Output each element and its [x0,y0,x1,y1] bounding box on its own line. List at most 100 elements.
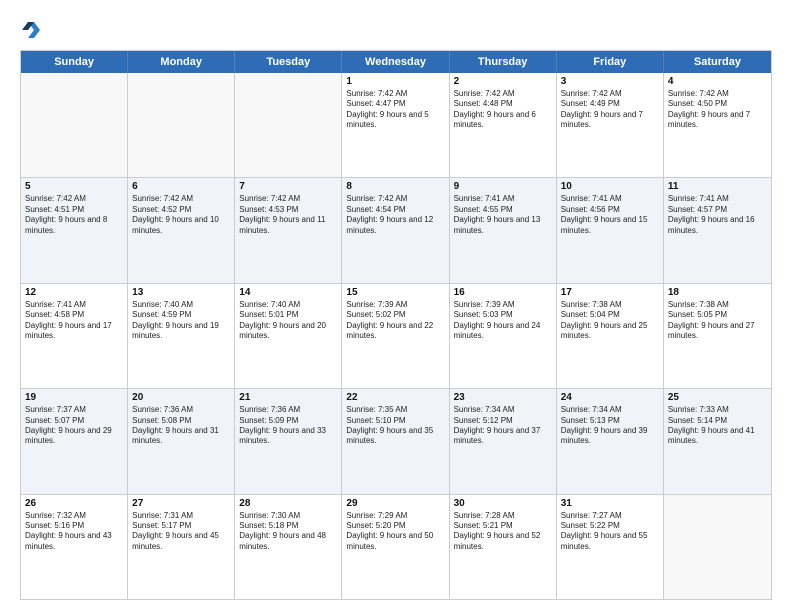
calendar-cell: 8Sunrise: 7:42 AM Sunset: 4:54 PM Daylig… [342,178,449,282]
calendar-cell: 18 Sunrise: 7:38 AM Sunset: 5:05 PM Dayli… [664,284,771,388]
day-number: 20 [132,392,230,403]
cell-text: Sunrise: 7:39 AM Sunset: 5:02 PM Dayligh… [346,300,444,342]
calendar-row: 26 Sunrise: 7:32 AM Sunset: 5:16 PM Dayli… [21,495,771,599]
day-number: 1 [346,76,444,87]
weekday-header: Wednesday [342,51,449,73]
day-number: 13 [132,287,230,298]
calendar-body: 1Sunrise: 7:42 AM Sunset: 4:47 PM Daylig… [21,73,771,599]
calendar-cell [128,73,235,177]
cell-text: Sunrise: 7:38 AM Sunset: 5:05 PM Dayligh… [668,300,767,342]
cell-text: Sunrise: 7:35 AM Sunset: 5:10 PM Dayligh… [346,405,444,447]
calendar-cell: 30Sunrise: 7:28 AM Sunset: 5:21 PM Dayli… [450,495,557,599]
cell-text: Sunrise: 7:32 AM Sunset: 5:16 PM Dayligh… [25,511,123,553]
day-number: 24 [561,392,659,403]
calendar-cell: 23 Sunrise: 7:34 AM Sunset: 5:12 PM Dayli… [450,389,557,493]
calendar-cell: 4 Sunrise: 7:42 AM Sunset: 4:50 PM Daylig… [664,73,771,177]
cell-text: Sunrise: 7:31 AM Sunset: 5:17 PM Dayligh… [132,511,230,553]
cell-text: Sunrise: 7:41 AM Sunset: 4:57 PM Dayligh… [668,194,767,236]
cell-text: Sunrise: 7:30 AM Sunset: 5:18 PM Dayligh… [239,511,337,553]
cell-text: Sunrise: 7:38 AM Sunset: 5:04 PM Dayligh… [561,300,659,342]
day-number: 10 [561,181,659,192]
calendar-cell: 28 Sunrise: 7:30 AM Sunset: 5:18 PM Dayli… [235,495,342,599]
cell-text: Sunrise: 7:41 AM Sunset: 4:58 PM Dayligh… [25,300,123,342]
logo-text [20,18,44,40]
logo-icon [20,18,42,40]
cell-text: Sunrise: 7:40 AM Sunset: 4:59 PM Dayligh… [132,300,230,342]
cell-text: Sunrise: 7:41 AM Sunset: 4:55 PM Dayligh… [454,194,552,236]
day-number: 14 [239,287,337,298]
day-number: 4 [668,76,767,87]
cell-text: Sunrise: 7:41 AM Sunset: 4:56 PM Dayligh… [561,194,659,236]
day-number: 11 [668,181,767,192]
calendar-cell: 31Sunrise: 7:27 AM Sunset: 5:22 PM Dayli… [557,495,664,599]
calendar-row: 5 Sunrise: 7:42 AM Sunset: 4:51 PM Daylig… [21,178,771,283]
day-number: 31 [561,498,659,509]
calendar-cell: 14 Sunrise: 7:40 AM Sunset: 5:01 PM Dayli… [235,284,342,388]
weekday-header: Saturday [664,51,771,73]
day-number: 3 [561,76,659,87]
day-number: 2 [454,76,552,87]
calendar-cell: 24Sunrise: 7:34 AM Sunset: 5:13 PM Dayli… [557,389,664,493]
day-number: 15 [346,287,444,298]
weekday-header: Thursday [450,51,557,73]
cell-text: Sunrise: 7:42 AM Sunset: 4:53 PM Dayligh… [239,194,337,236]
calendar-cell: 10 Sunrise: 7:41 AM Sunset: 4:56 PM Dayli… [557,178,664,282]
day-number: 18 [668,287,767,298]
day-number: 12 [25,287,123,298]
cell-text: Sunrise: 7:42 AM Sunset: 4:49 PM Dayligh… [561,89,659,131]
cell-text: Sunrise: 7:36 AM Sunset: 5:09 PM Dayligh… [239,405,337,447]
cell-text: Sunrise: 7:42 AM Sunset: 4:51 PM Dayligh… [25,194,123,236]
header [20,18,772,40]
cell-text: Sunrise: 7:42 AM Sunset: 4:54 PM Dayligh… [346,194,444,236]
calendar-row: 19Sunrise: 7:37 AM Sunset: 5:07 PM Dayli… [21,389,771,494]
calendar-cell: 17 Sunrise: 7:38 AM Sunset: 5:04 PM Dayli… [557,284,664,388]
day-number: 9 [454,181,552,192]
calendar-cell: 25Sunrise: 7:33 AM Sunset: 5:14 PM Dayli… [664,389,771,493]
calendar-cell: 20 Sunrise: 7:36 AM Sunset: 5:08 PM Dayli… [128,389,235,493]
day-number: 17 [561,287,659,298]
cell-text: Sunrise: 7:39 AM Sunset: 5:03 PM Dayligh… [454,300,552,342]
calendar-cell: 15 Sunrise: 7:39 AM Sunset: 5:02 PM Dayli… [342,284,449,388]
calendar-cell: 29Sunrise: 7:29 AM Sunset: 5:20 PM Dayli… [342,495,449,599]
weekday-header: Friday [557,51,664,73]
day-number: 26 [25,498,123,509]
calendar-cell: 12 Sunrise: 7:41 AM Sunset: 4:58 PM Dayli… [21,284,128,388]
calendar-cell: 22Sunrise: 7:35 AM Sunset: 5:10 PM Dayli… [342,389,449,493]
calendar-cell: 19Sunrise: 7:37 AM Sunset: 5:07 PM Dayli… [21,389,128,493]
day-number: 28 [239,498,337,509]
day-number: 7 [239,181,337,192]
calendar-cell [235,73,342,177]
day-number: 29 [346,498,444,509]
day-number: 19 [25,392,123,403]
calendar-cell [21,73,128,177]
day-number: 5 [25,181,123,192]
cell-text: Sunrise: 7:42 AM Sunset: 4:52 PM Dayligh… [132,194,230,236]
calendar-header: SundayMondayTuesdayWednesdayThursdayFrid… [21,51,771,73]
calendar-cell: 5 Sunrise: 7:42 AM Sunset: 4:51 PM Daylig… [21,178,128,282]
calendar-cell: 7 Sunrise: 7:42 AM Sunset: 4:53 PM Daylig… [235,178,342,282]
calendar-cell: 11 Sunrise: 7:41 AM Sunset: 4:57 PM Dayli… [664,178,771,282]
calendar-cell: 26 Sunrise: 7:32 AM Sunset: 5:16 PM Dayli… [21,495,128,599]
cell-text: Sunrise: 7:42 AM Sunset: 4:50 PM Dayligh… [668,89,767,131]
cell-text: Sunrise: 7:40 AM Sunset: 5:01 PM Dayligh… [239,300,337,342]
weekday-header: Tuesday [235,51,342,73]
day-number: 30 [454,498,552,509]
weekday-header: Sunday [21,51,128,73]
cell-text: Sunrise: 7:36 AM Sunset: 5:08 PM Dayligh… [132,405,230,447]
calendar-row: 12 Sunrise: 7:41 AM Sunset: 4:58 PM Dayli… [21,284,771,389]
day-number: 6 [132,181,230,192]
cell-text: Sunrise: 7:42 AM Sunset: 4:48 PM Dayligh… [454,89,552,131]
cell-text: Sunrise: 7:33 AM Sunset: 5:14 PM Dayligh… [668,405,767,447]
day-number: 23 [454,392,552,403]
cell-text: Sunrise: 7:34 AM Sunset: 5:12 PM Dayligh… [454,405,552,447]
calendar-cell [664,495,771,599]
calendar: SundayMondayTuesdayWednesdayThursdayFrid… [20,50,772,600]
calendar-cell: 1Sunrise: 7:42 AM Sunset: 4:47 PM Daylig… [342,73,449,177]
calendar-cell: 16 Sunrise: 7:39 AM Sunset: 5:03 PM Dayli… [450,284,557,388]
calendar-cell: 27 Sunrise: 7:31 AM Sunset: 5:17 PM Dayli… [128,495,235,599]
day-number: 27 [132,498,230,509]
calendar-cell: 3 Sunrise: 7:42 AM Sunset: 4:49 PM Daylig… [557,73,664,177]
calendar-cell: 13 Sunrise: 7:40 AM Sunset: 4:59 PM Dayli… [128,284,235,388]
day-number: 16 [454,287,552,298]
page: SundayMondayTuesdayWednesdayThursdayFrid… [0,0,792,612]
